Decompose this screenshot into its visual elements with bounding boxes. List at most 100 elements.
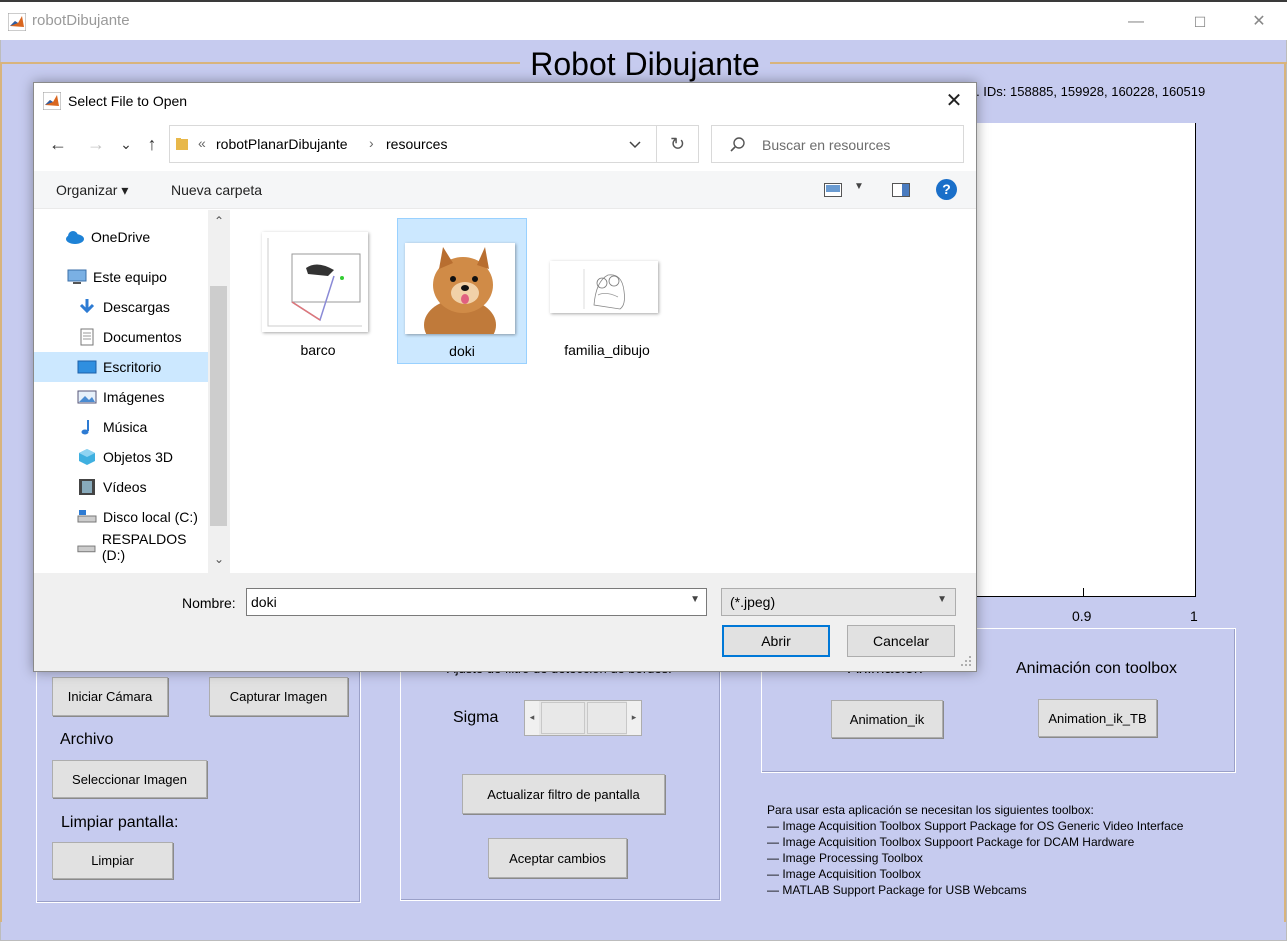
x-tick-label: 0.9 — [1072, 608, 1092, 624]
maximize-button[interactable]: ☐ — [1177, 8, 1223, 36]
frame-right-border — [1284, 62, 1286, 922]
search-placeholder: Buscar en resources — [762, 137, 891, 153]
search-input[interactable]: Buscar en resources — [711, 125, 964, 163]
sigma-slider[interactable]: ◂ ▸ — [524, 700, 642, 736]
nav-item-pictures[interactable]: Imágenes — [34, 382, 208, 412]
back-arrow-icon[interactable]: ← — [46, 129, 70, 159]
clear-button[interactable]: Limpiar — [52, 842, 173, 879]
download-icon — [79, 299, 95, 314]
breadcrumb-item[interactable]: robotPlanarDibujante — [216, 136, 348, 152]
plot-axes[interactable]: 8 0.9 1 — [969, 123, 1198, 624]
file-name: doki — [449, 343, 475, 359]
slider-thumb[interactable] — [587, 702, 627, 734]
nav-item-label: Vídeos — [103, 479, 147, 495]
forward-arrow-icon[interactable]: → — [84, 129, 108, 159]
scroll-up-chevron-icon[interactable]: ⌃ — [208, 214, 230, 228]
nav-item-this-pc[interactable]: Este equipo — [34, 262, 208, 292]
cancel-button[interactable]: Cancelar — [847, 625, 955, 657]
nav-item-label: Imágenes — [103, 389, 165, 405]
close-window-button[interactable]: ✕ — [1236, 8, 1282, 36]
minimize-button[interactable]: — — [1113, 8, 1159, 36]
chevron-down-icon[interactable] — [629, 141, 641, 149]
file-name: familia_dibujo — [564, 342, 650, 358]
nav-item-local-disk[interactable]: Disco local (C:) — [34, 502, 208, 532]
preview-pane-icon[interactable] — [892, 183, 910, 197]
x-tick-label: 1 — [1190, 608, 1198, 624]
breadcrumb-overflow[interactable]: « — [198, 135, 206, 151]
new-folder-button[interactable]: Nueva carpeta — [171, 182, 262, 198]
nav-item-documents[interactable]: Documentos — [34, 322, 208, 352]
slider-left-arrow-icon[interactable]: ◂ — [525, 701, 539, 735]
file-item-familia-dibujo[interactable]: familia_dibujo — [542, 218, 672, 364]
document-icon — [80, 328, 94, 346]
file-thumbnail — [262, 232, 368, 332]
file-list: barco doki familia_dibujo — [230, 210, 976, 573]
recent-locations-chevron-icon[interactable]: ⌄ — [114, 129, 138, 159]
view-options-icon[interactable] — [824, 183, 842, 197]
view-dropdown-chevron-icon[interactable]: ▼ — [854, 181, 864, 192]
scrollbar-thumb[interactable] — [210, 286, 227, 526]
chevron-down-icon[interactable]: ▼ — [937, 594, 947, 605]
breadcrumb-separator[interactable]: › — [369, 135, 374, 151]
drive-icon — [77, 510, 97, 523]
nav-item-videos[interactable]: Vídeos — [34, 472, 208, 502]
animation-ik-tb-button[interactable]: Animation_ik_TB — [1038, 699, 1157, 737]
archivo-label: Archivo — [60, 731, 114, 748]
organize-menu[interactable]: Organizar ▾ — [56, 182, 128, 199]
nav-item-label: Escritorio — [103, 359, 162, 375]
chevron-down-icon[interactable]: ▼ — [690, 594, 700, 605]
file-thumbnail — [405, 243, 515, 334]
select-image-button[interactable]: Seleccionar Imagen — [52, 760, 207, 798]
folder-icon — [176, 138, 188, 150]
nav-scrollbar[interactable]: ⌃ ⌄ — [208, 210, 230, 573]
start-camera-button[interactable]: Iniciar Cámara — [52, 677, 168, 716]
nav-item-label: Este equipo — [93, 269, 167, 285]
group-info-text: o 1. IDs: 158885, 159928, 160228, 160519 — [958, 84, 1206, 99]
slider-right-arrow-icon[interactable]: ▸ — [627, 701, 641, 735]
slider-track[interactable] — [541, 702, 585, 734]
help-icon[interactable]: ? — [936, 179, 957, 200]
nav-item-label: RESPALDOS (D:) — [101, 531, 187, 563]
cloud-icon — [66, 231, 84, 244]
file-item-barco[interactable]: barco — [253, 218, 383, 364]
animation-ik-button[interactable]: Animation_ik — [831, 700, 943, 738]
dialog-close-button[interactable]: ✕ — [942, 89, 966, 113]
toolbox-note-line: — Image Acquisition Toolbox — [767, 867, 921, 881]
toolbox-requirements: Para usar esta aplicación se necesitan l… — [767, 802, 1183, 898]
file-thumbnail — [550, 261, 658, 313]
refresh-button[interactable]: ↻ — [657, 125, 699, 163]
resize-grip-icon[interactable] — [960, 655, 972, 667]
sketch-thumbnail-image — [583, 269, 625, 310]
open-button[interactable]: Abrir — [722, 625, 830, 657]
file-item-doki[interactable]: doki — [397, 218, 527, 364]
nav-item-3d-objects[interactable]: Objetos 3D — [34, 442, 208, 472]
dialog-footer: Nombre: doki ▼ (*.jpeg) ▼ Abrir Cancelar — [34, 573, 976, 671]
update-filter-button[interactable]: Actualizar filtro de pantalla — [462, 774, 665, 814]
capture-image-button[interactable]: Capturar Imagen — [209, 677, 348, 716]
cube-icon — [79, 449, 95, 465]
matlab-logo-icon — [8, 13, 26, 31]
computer-icon — [67, 269, 87, 284]
file-name: barco — [300, 342, 336, 358]
accept-changes-button[interactable]: Aceptar cambios — [488, 838, 627, 878]
nav-item-respaldos[interactable]: RESPALDOS (D:) — [34, 531, 208, 563]
frame-left-border — [0, 62, 2, 922]
toolbox-note-line: — Image Acquisition Toolbox Suppoort Pac… — [767, 835, 1135, 849]
scroll-down-chevron-icon[interactable]: ⌄ — [208, 552, 230, 566]
nav-item-onedrive[interactable]: OneDrive — [34, 222, 208, 252]
animation-toolbox-label: Animación con toolbox — [1016, 660, 1177, 677]
nav-item-music[interactable]: Música — [34, 412, 208, 442]
matlab-logo-icon — [43, 92, 61, 110]
nav-item-label: Documentos — [103, 329, 182, 345]
breadcrumb-item[interactable]: resources — [386, 136, 447, 152]
nav-item-desktop[interactable]: Escritorio — [34, 352, 208, 382]
filename-input[interactable]: doki ▼ — [246, 588, 707, 616]
address-bar[interactable]: « robotPlanarDibujante › resources — [169, 125, 657, 163]
nav-item-label: Disco local (C:) — [103, 509, 198, 525]
up-arrow-icon[interactable]: ↑ — [140, 129, 164, 159]
dialog-title: Select File to Open — [68, 93, 188, 109]
drive-icon — [77, 545, 96, 553]
nav-item-label: Música — [103, 419, 148, 435]
filetype-select[interactable]: (*.jpeg) ▼ — [721, 588, 956, 616]
nav-item-downloads[interactable]: Descargas — [34, 292, 208, 322]
